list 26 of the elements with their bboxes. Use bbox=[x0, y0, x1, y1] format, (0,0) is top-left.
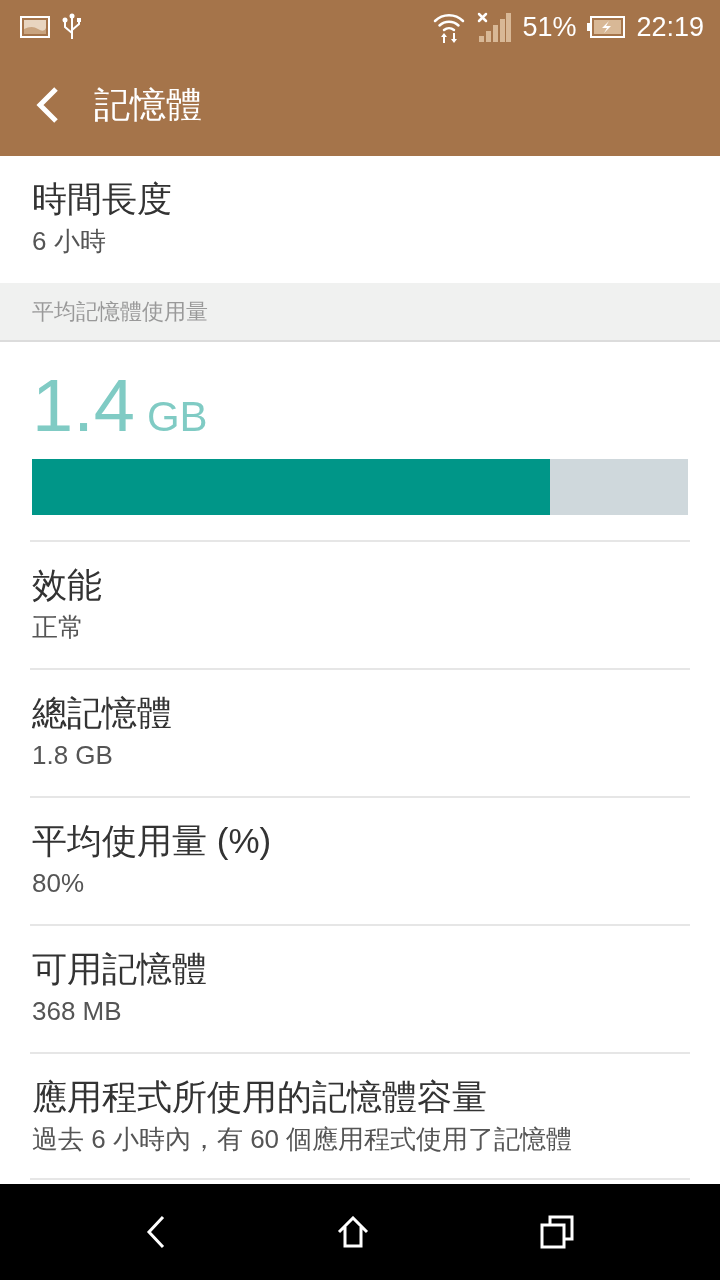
signal-icon bbox=[477, 12, 512, 42]
setting-title: 應用程式所使用的記憶體容量 bbox=[32, 1076, 487, 1118]
setting-title: 總記憶體 bbox=[32, 692, 172, 734]
usb-icon bbox=[61, 13, 83, 41]
setting-value: 368 MB bbox=[32, 995, 122, 1028]
setting-title: 時間長度 bbox=[32, 178, 172, 220]
picture-icon bbox=[20, 16, 50, 38]
battery-percent: 51% bbox=[522, 11, 577, 43]
setting-value: 正常 bbox=[32, 611, 84, 644]
setting-value: 1.8 GB bbox=[32, 739, 113, 772]
home-icon[interactable] bbox=[337, 1216, 369, 1248]
back-button[interactable] bbox=[34, 86, 60, 124]
setting-title: 平均使用量 (%) bbox=[32, 820, 272, 862]
screen-title: 記憶體 bbox=[94, 83, 202, 127]
usage-amount: 1.4 bbox=[32, 366, 135, 446]
section-title: 平均記憶體使用量 bbox=[32, 297, 208, 326]
setting-title: 效能 bbox=[32, 564, 102, 606]
setting-value: 80% bbox=[32, 867, 85, 900]
usage-unit: GB bbox=[146, 393, 208, 441]
setting-value: 過去 6 小時內，有 60 個應用程式使用了記憶體 bbox=[32, 1123, 573, 1156]
battery-charging-icon bbox=[587, 16, 626, 38]
setting-value: 6 小時 bbox=[32, 225, 106, 258]
setting-title: 可用記憶體 bbox=[32, 948, 207, 990]
recent-apps-icon[interactable] bbox=[540, 1215, 575, 1249]
clock-time: 22:19 bbox=[636, 11, 704, 43]
back-icon[interactable] bbox=[145, 1215, 166, 1249]
